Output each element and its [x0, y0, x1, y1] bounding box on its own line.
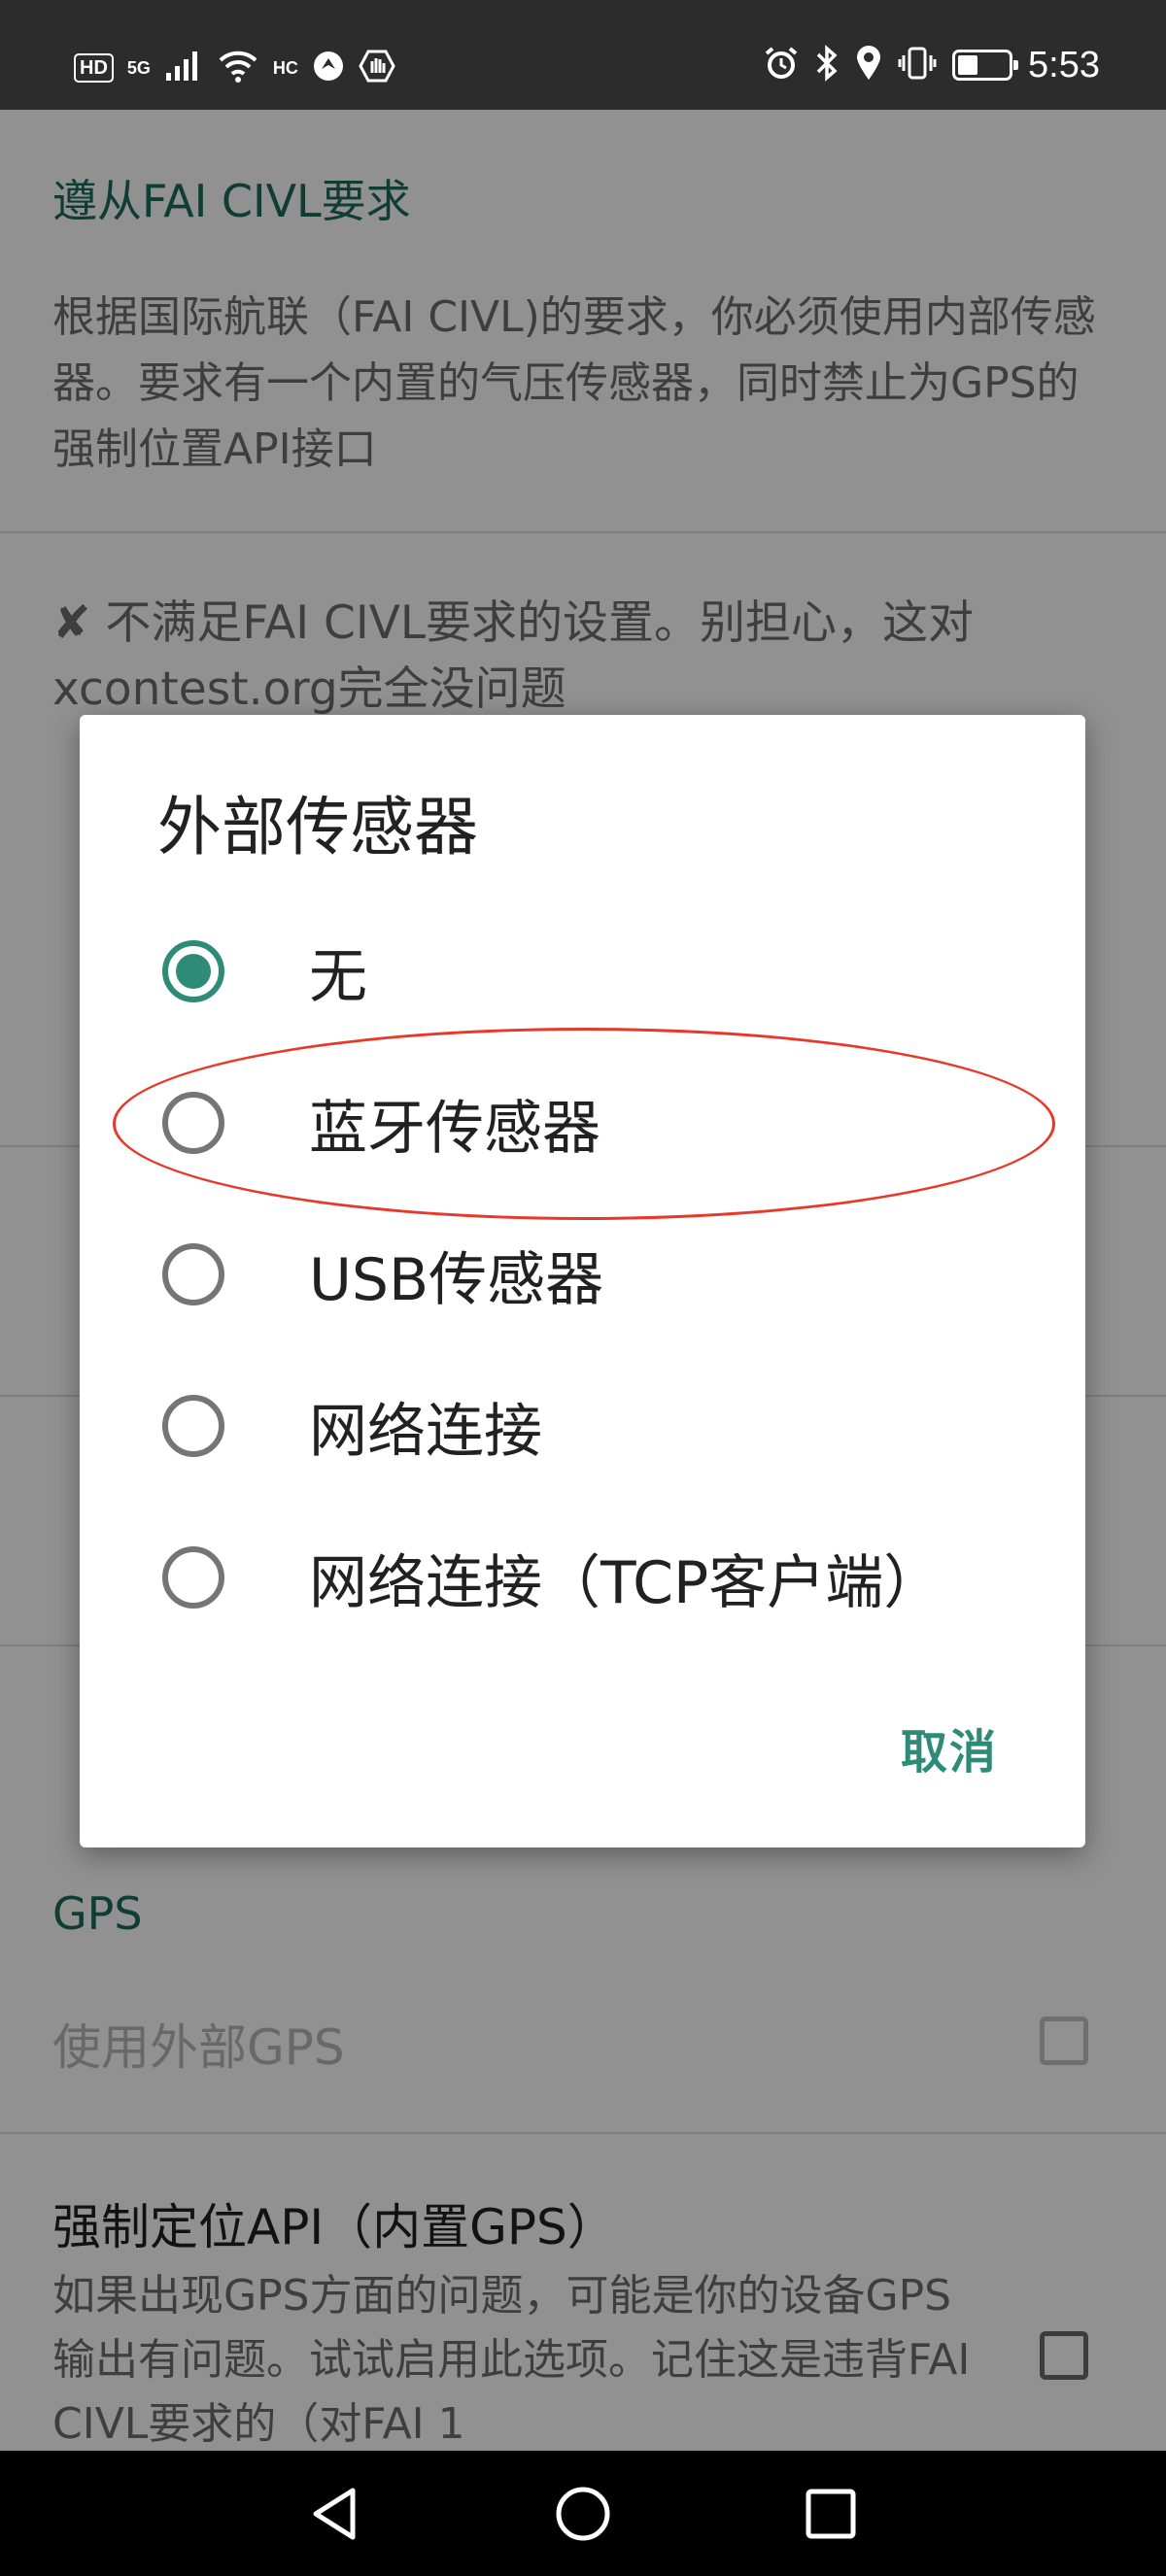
- status-bar-left: HD 5G HC: [74, 49, 395, 87]
- option-bluetooth-sensor[interactable]: 蓝牙传感器: [80, 1050, 1085, 1196]
- option-usb-sensor[interactable]: USB传感器: [80, 1202, 1085, 1347]
- option-label: 网络连接（TCP客户端）: [309, 1548, 943, 1617]
- wifi-icon: [217, 49, 259, 87]
- bluetooth-icon: [814, 45, 840, 85]
- option-label: 网络连接: [309, 1397, 542, 1466]
- option-label: 无: [309, 942, 367, 1011]
- option-label: USB传感器: [309, 1245, 604, 1314]
- battery-icon: [952, 50, 1019, 81]
- status-bar-right: 5:53: [764, 45, 1100, 85]
- option-network-connection[interactable]: 网络连接: [80, 1353, 1085, 1499]
- option-network-tcp-client[interactable]: 网络连接（TCP客户端）: [80, 1505, 1085, 1650]
- app-notification-icon: [312, 50, 345, 86]
- network-type-label: 5G: [126, 58, 151, 78]
- radio-button-icon[interactable]: [162, 1395, 224, 1457]
- cancel-button[interactable]: 取消: [901, 1713, 998, 1781]
- status-time: 5:53: [1028, 45, 1100, 85]
- vibrate-icon: [898, 46, 937, 85]
- back-icon[interactable]: [301, 2480, 369, 2548]
- radio-button-checked-icon[interactable]: [162, 940, 224, 1002]
- home-icon[interactable]: [549, 2480, 617, 2548]
- radio-button-icon[interactable]: [162, 1092, 224, 1154]
- wifi-badge: HC: [272, 58, 298, 78]
- navigation-bar: [0, 2451, 1166, 2576]
- location-icon: [855, 45, 882, 85]
- dialog-title: 外部传感器: [157, 790, 478, 864]
- hd-badge: HD: [74, 53, 114, 83]
- hand-notification-icon: [359, 50, 395, 86]
- battery-level-fill: [958, 55, 978, 75]
- recent-apps-icon[interactable]: [797, 2480, 865, 2548]
- option-label: 蓝牙传感器: [309, 1094, 600, 1163]
- radio-button-icon[interactable]: [162, 1243, 224, 1305]
- external-sensor-dialog: 外部传感器 无 蓝牙传感器 USB传感器 网络连接 网络连接（TCP客户端） 取…: [80, 715, 1085, 1847]
- option-none[interactable]: 无: [80, 898, 1085, 1044]
- status-bar: HD 5G HC 5:53: [0, 0, 1166, 110]
- signal-icon: [164, 50, 203, 86]
- radio-button-icon[interactable]: [162, 1546, 224, 1609]
- alarm-icon: [764, 46, 799, 85]
